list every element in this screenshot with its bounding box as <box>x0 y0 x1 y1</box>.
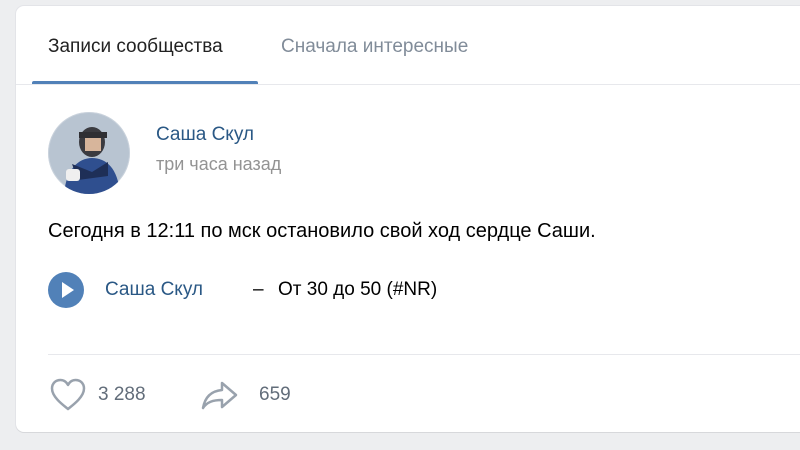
post-text: Сегодня в 12:11 по мск остановило свой х… <box>48 220 596 242</box>
active-tab-indicator <box>32 81 258 84</box>
tab-community-posts[interactable]: Записи сообщества <box>48 36 223 58</box>
tab-bar: Записи сообщества Сначала интересные <box>16 6 800 85</box>
post-author[interactable]: Саша Скул <box>156 124 254 146</box>
heart-icon <box>50 378 86 411</box>
audio-separator: – <box>253 279 264 300</box>
like-count: 3 288 <box>98 384 146 405</box>
play-button[interactable] <box>48 272 84 308</box>
play-icon <box>62 282 74 298</box>
share-count: 659 <box>259 384 291 405</box>
post-card: Записи сообщества Сначала интересные Саш… <box>16 6 800 432</box>
tab-interesting-first[interactable]: Сначала интересные <box>281 36 468 58</box>
avatar-image <box>48 112 130 194</box>
audio-artist[interactable]: Саша Скул <box>105 279 203 301</box>
audio-attachment: Саша Скул – От 30 до 50 (#NR) <box>48 272 468 308</box>
share-button[interactable]: 659 <box>200 376 320 416</box>
audio-title[interactable]: От 30 до 50 (#NR) <box>278 279 437 301</box>
like-button[interactable]: 3 288 <box>48 376 168 416</box>
share-arrow-icon <box>201 381 238 410</box>
post-time[interactable]: три часа назад <box>156 154 281 175</box>
divider <box>48 354 800 355</box>
avatar[interactable] <box>48 112 130 194</box>
